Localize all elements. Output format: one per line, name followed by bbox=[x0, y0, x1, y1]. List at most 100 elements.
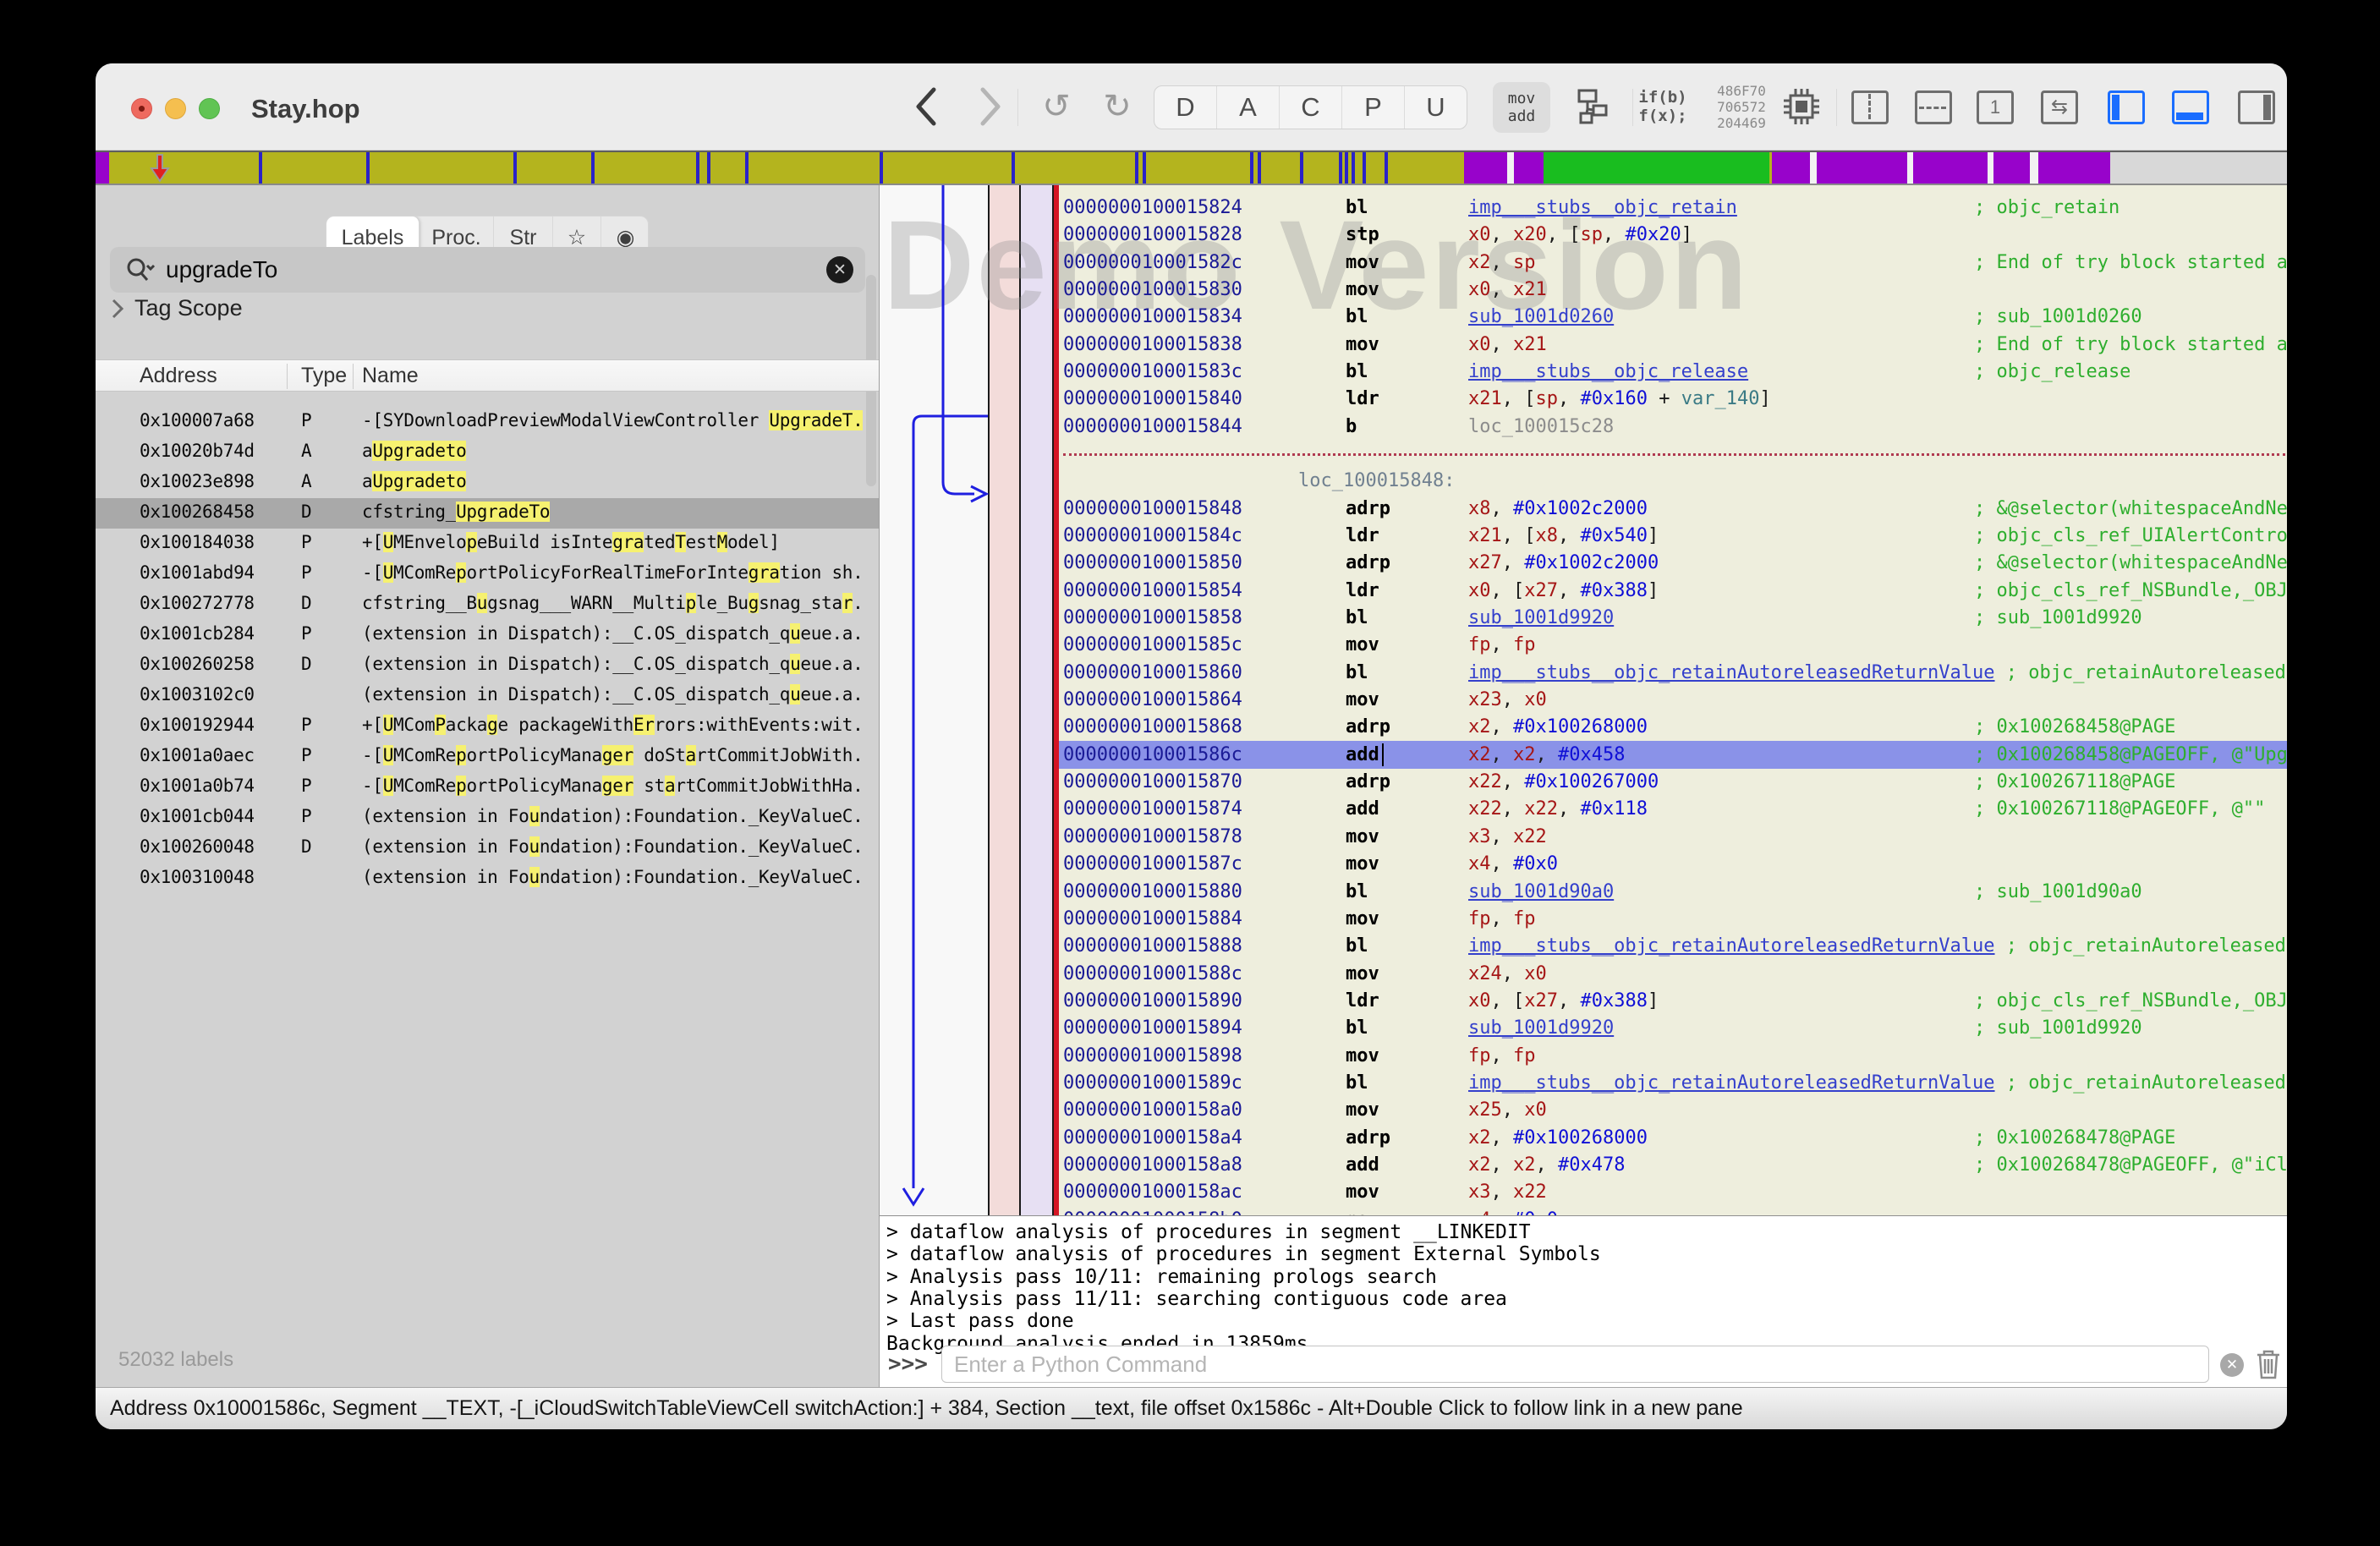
minimap-segment[interactable] bbox=[96, 152, 109, 184]
toggle-right-panel-icon[interactable] bbox=[2238, 90, 2275, 124]
search-clear-icon[interactable]: ✕ bbox=[826, 256, 853, 283]
minimap-mark bbox=[1258, 152, 1261, 184]
hex-view-button[interactable]: 486F70 706572 204469 bbox=[1701, 82, 1782, 131]
row-address: 0x1001abd94 bbox=[140, 562, 255, 583]
column-divider[interactable] bbox=[353, 364, 354, 389]
table-row[interactable]: 0x100184038 P +[UMEnvelopeBuild isIntegrat… bbox=[96, 529, 879, 559]
search-field[interactable]: upgradeTo ✕ bbox=[110, 247, 865, 293]
column-address[interactable]: Address bbox=[140, 364, 217, 388]
trash-icon[interactable] bbox=[2254, 1347, 2283, 1381]
table-row[interactable]: 0x100260048 D (extension in Foundation):Fo… bbox=[96, 833, 879, 863]
table-row[interactable]: 0x10020b74d AaUpgradeto bbox=[96, 437, 879, 468]
table-row[interactable]: 0x10023e898 AaUpgradeto bbox=[96, 468, 879, 498]
minimap-segment[interactable] bbox=[2110, 152, 2287, 184]
row-type: A bbox=[301, 471, 312, 491]
table-row[interactable]: 0x100260258 D (extension in Dispatch):__C.… bbox=[96, 650, 879, 681]
minimap-mark bbox=[1135, 152, 1138, 184]
hex-line2: 706572 bbox=[1717, 98, 1766, 115]
swap-panes-icon[interactable]: ⇆ bbox=[2041, 90, 2078, 124]
forward-button[interactable] bbox=[972, 82, 1009, 131]
back-button[interactable] bbox=[908, 82, 945, 131]
row-name: (extension in Foundation):Foundation._Ke… bbox=[362, 867, 864, 887]
row-name: (extension in Foundation):Foundation._Ke… bbox=[362, 806, 864, 826]
row-name: -[SYDownloadPreviewModalViewController U… bbox=[362, 410, 864, 430]
minimap-segment[interactable] bbox=[1988, 152, 1993, 184]
minimap-mark bbox=[696, 152, 699, 184]
row-address: 0x1001a0b74 bbox=[140, 776, 255, 796]
column-name[interactable]: Name bbox=[362, 364, 419, 388]
single-pane-icon[interactable]: 1 bbox=[1977, 90, 2014, 124]
minimap-mark bbox=[880, 152, 883, 184]
mode-segment-c[interactable]: C bbox=[1280, 86, 1342, 129]
labels-sidebar: Labels Proc. Str ☆ ◉ upgradeTo ✕ Tag Scope A… bbox=[96, 185, 880, 1387]
console-line: > dataflow analysis of procedures in seg… bbox=[886, 1221, 1531, 1243]
mode-segment-p[interactable]: P bbox=[1342, 86, 1405, 129]
minimap-segment[interactable] bbox=[1514, 152, 1544, 184]
pseudocode-button[interactable]: if(b) f(x); bbox=[1625, 82, 1701, 131]
close-button[interactable] bbox=[131, 98, 152, 119]
minimap-segment[interactable] bbox=[1464, 152, 1507, 184]
status-bar: Address 0x10001586c, Segment __TEXT, -[_… bbox=[96, 1387, 2287, 1429]
row-name: -[UMComReportPolicyForRealTimeForIntegra… bbox=[362, 562, 864, 583]
minimap-segment[interactable] bbox=[1907, 152, 1913, 184]
tag-scope-disclosure[interactable]: Tag Scope bbox=[111, 295, 243, 321]
label-table-header[interactable]: Address Type Name bbox=[96, 359, 879, 392]
row-type: P bbox=[301, 776, 312, 796]
minimap-mark bbox=[1345, 152, 1348, 184]
table-row[interactable]: 0x100310048 (extension in Foundation):Fou… bbox=[96, 863, 879, 894]
disassembly-pane[interactable]: Demo Version 0000000100015824 bl imp___stu… bbox=[880, 185, 2287, 1215]
maximize-button[interactable] bbox=[199, 98, 220, 119]
row-address: 0x100268458 bbox=[140, 502, 255, 522]
python-command-input[interactable]: Enter a Python Command bbox=[941, 1346, 2209, 1383]
split-vertical-icon[interactable] bbox=[1851, 90, 1889, 124]
minimap-segment[interactable] bbox=[1507, 152, 1514, 184]
table-row[interactable]: 0x1001cb284 P (extension in Dispatch):__C.… bbox=[96, 620, 879, 650]
table-row[interactable]: 0x1001a0b74 P -[UMComReportPolicyManager s… bbox=[96, 772, 879, 803]
table-row[interactable]: 0x100268458 Dcfstring_UpgradeTo bbox=[96, 498, 879, 529]
table-row[interactable]: 0x1001abd94 P -[UMComReportPolicyForRealTi… bbox=[96, 559, 879, 589]
cpu-icon[interactable] bbox=[1777, 82, 1826, 131]
minimap-mark bbox=[1012, 152, 1015, 184]
minimap-segment[interactable] bbox=[2038, 152, 2110, 184]
row-address: 0x10020b74d bbox=[140, 441, 255, 461]
mode-segmented-control[interactable]: DACPU bbox=[1154, 85, 1467, 129]
minimap-mark bbox=[745, 152, 749, 184]
toggle-left-panel-icon[interactable] bbox=[2108, 90, 2145, 124]
row-type: D bbox=[301, 654, 312, 674]
search-input[interactable]: upgradeTo bbox=[166, 256, 277, 283]
console-clear-icon[interactable]: ✕ bbox=[2220, 1353, 2244, 1377]
table-row[interactable]: 0x1003102c0 (extension in Dispatch):__C.O… bbox=[96, 681, 879, 711]
mode-segment-u[interactable]: U bbox=[1405, 86, 1467, 129]
row-type: D bbox=[301, 593, 312, 613]
table-row[interactable]: 0x1001a0aec P -[UMComReportPolicyManager d… bbox=[96, 742, 879, 772]
toggle-bottom-panel-icon[interactable] bbox=[2172, 90, 2209, 124]
minimize-button[interactable] bbox=[165, 98, 186, 119]
row-name: -[UMComReportPolicyManager startCommitJo… bbox=[362, 776, 864, 796]
minimap-segment[interactable] bbox=[1817, 152, 1907, 184]
minimap-segment[interactable] bbox=[1913, 152, 1988, 184]
table-row[interactable]: 0x100007a68 P -[SYDownloadPreviewModalView… bbox=[96, 407, 879, 437]
column-divider[interactable] bbox=[287, 364, 288, 389]
console-line: > Last pass done bbox=[886, 1310, 1074, 1333]
cfg-graph-icon[interactable] bbox=[1569, 82, 1611, 131]
assembler-button[interactable]: mov add bbox=[1493, 82, 1550, 133]
undo-button[interactable]: ↺ bbox=[1036, 82, 1077, 131]
mode-segment-a[interactable]: A bbox=[1217, 86, 1280, 129]
minimap-segment[interactable] bbox=[1993, 152, 2030, 184]
table-row[interactable]: 0x100192944 P +[UMComPackage packageWithEr… bbox=[96, 711, 879, 742]
minimap-position-marker[interactable] bbox=[148, 153, 172, 184]
minimap-segment[interactable] bbox=[2030, 152, 2038, 184]
segment-minimap[interactable] bbox=[96, 151, 2287, 185]
hex-line3: 204469 bbox=[1717, 114, 1766, 131]
minimap-segment[interactable] bbox=[1810, 152, 1817, 184]
redo-button[interactable]: ↻ bbox=[1097, 82, 1138, 131]
column-type[interactable]: Type bbox=[301, 364, 347, 388]
mode-segment-d[interactable]: D bbox=[1154, 86, 1217, 129]
table-row[interactable]: 0x1001cb044 P (extension in Foundation):Fo… bbox=[96, 803, 879, 833]
row-name: (extension in Dispatch):__C.OS_dispatch_… bbox=[362, 654, 864, 674]
minimap-segment[interactable] bbox=[1544, 152, 1769, 184]
row-type: A bbox=[301, 441, 312, 461]
minimap-segment[interactable] bbox=[1772, 152, 1810, 184]
split-horizontal-icon[interactable] bbox=[1915, 90, 1952, 124]
table-row[interactable]: 0x100272778 Dcfstring__Bugsnag___WARN__Mu… bbox=[96, 589, 879, 620]
